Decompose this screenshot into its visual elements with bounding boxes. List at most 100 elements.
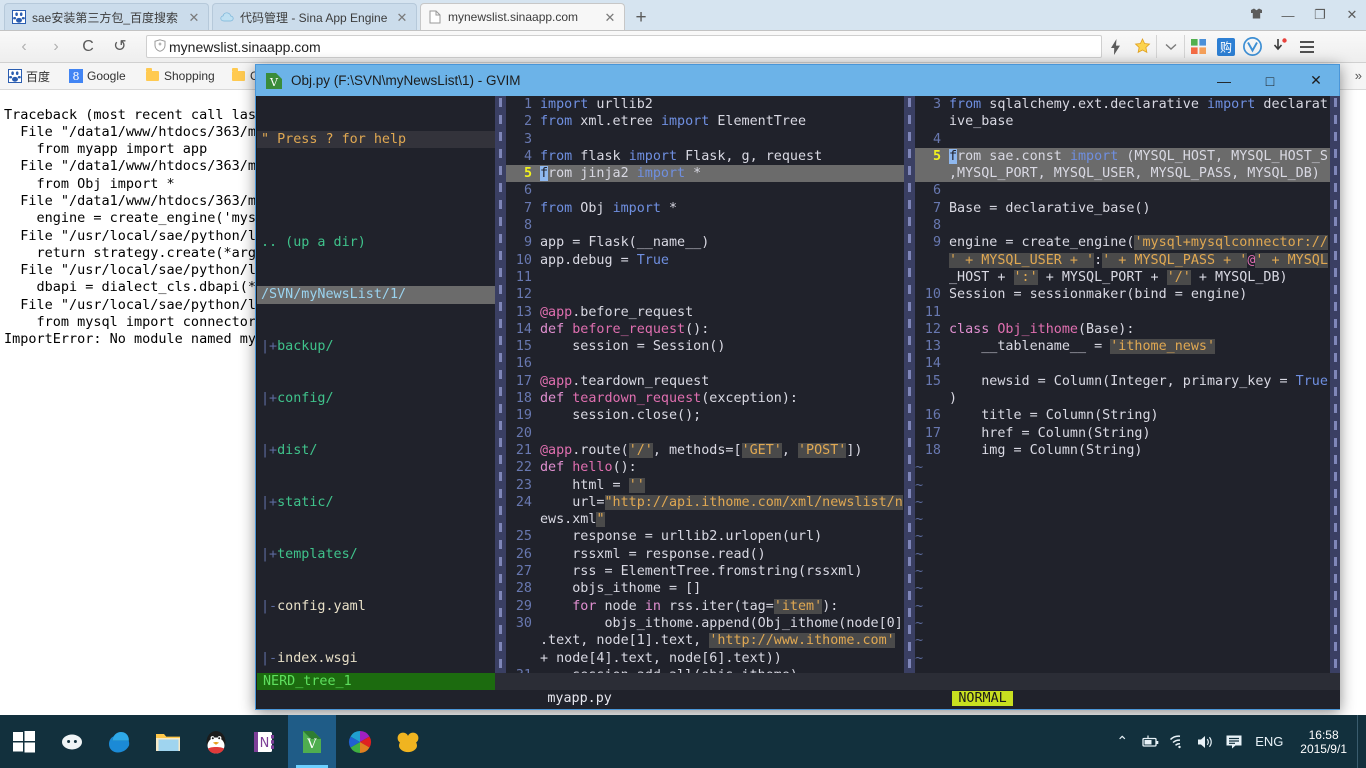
code-line[interactable]: 14 def before_request(): [506,321,904,338]
code-line[interactable]: ews.xml" [506,511,904,528]
address-bar[interactable]: mynewslist.sinaapp.com [146,35,1102,58]
code-line[interactable]: 22 def hello(): [506,459,904,476]
home-button[interactable]: ↺ [108,35,132,59]
onenote-button[interactable]: N [240,715,288,768]
code-line[interactable]: 9 app = Flask(__name__) [506,234,904,251]
code-line[interactable]: 21 @app.route('/', methods=['GET', 'POST'… [506,442,904,459]
file-explorer-button[interactable] [144,715,192,768]
code-line[interactable]: 26 rssxml = response.read() [506,546,904,563]
browser-tab-1-close[interactable]: ✕ [186,11,202,24]
tray-overflow-button[interactable]: ⌃ [1108,715,1136,768]
browser360-button[interactable] [336,715,384,768]
code-line[interactable]: 7 Base = declarative_base() [915,200,1330,217]
code-line[interactable]: 1 import urllib2 [506,96,904,113]
code-line[interactable]: 25 response = urllib2.urlopen(url) [506,528,904,545]
browser-minimize-button[interactable]: — [1280,8,1296,23]
app-button[interactable] [384,715,432,768]
language-indicator[interactable]: ENG [1248,715,1290,768]
volume-icon[interactable] [1192,715,1220,768]
code-line[interactable]: 15 session = Session() [506,338,904,355]
clock[interactable]: 16:58 2015/9/1 [1290,728,1357,756]
code-line[interactable]: 6 [915,182,1330,199]
apps-grid-icon[interactable] [1185,34,1212,59]
code-line[interactable]: 23 html = '' [506,477,904,494]
code-line[interactable]: 6 [506,182,904,199]
browser-tab-2[interactable]: 代码管理 - Sina App Engine ✕ [212,3,417,30]
nerdtree-entry-backup[interactable]: |+backup/ [257,338,495,355]
code-line[interactable]: 4 from flask import Flask, g, request [506,148,904,165]
code-line[interactable]: ,MYSQL_PORT, MYSQL_USER, MYSQL_PASS, MYS… [915,165,1330,183]
gvim-button[interactable]: V [288,715,336,768]
nerdtree-up-dir[interactable]: .. (up a dir) [257,234,495,251]
code-line[interactable]: 17 @app.teardown_request [506,373,904,390]
code-line[interactable]: 16 [506,355,904,372]
code-line[interactable]: 7 from Obj import * [506,200,904,217]
browser-tab-3-close[interactable]: ✕ [602,11,618,24]
gvim-minimize-button[interactable]: — [1201,65,1247,96]
code-line[interactable]: 19 session.close(); [506,407,904,424]
action-center-icon[interactable] [1220,715,1248,768]
reload-button[interactable]: C [76,35,100,59]
code-line[interactable]: 3 [506,131,904,148]
code-line[interactable]: 11 [915,304,1330,321]
gvim-title-bar[interactable]: V Obj.py (F:\SVN\myNewsList\1) - GVIM — … [256,65,1339,96]
code-line[interactable]: 12 class Obj_ithome(Base): [915,321,1330,338]
code-line[interactable]: 3 from sqlalchemy.ext.declarative import … [915,96,1330,113]
code-line[interactable]: 15 newsid = Column(Integer, primary_key … [915,373,1330,390]
code-line[interactable]: 20 [506,425,904,442]
edge-button[interactable] [96,715,144,768]
code-line[interactable]: 16 title = Column(String) [915,407,1330,424]
outer-scrollbar[interactable] [1330,96,1340,673]
code-line[interactable]: 17 href = Column(String) [915,425,1330,442]
code-line[interactable]: 10 app.debug = True [506,252,904,269]
download-arrow-icon[interactable] [1266,34,1293,59]
bookmark-baidu[interactable]: 百度 [6,66,50,86]
code-line[interactable]: 30 objs_ithome.append(Obj_ithome(node[0] [506,615,904,632]
wifi-icon[interactable] [1164,715,1192,768]
shopping-icon[interactable]: 购 [1212,34,1239,59]
code-line[interactable]: ) [915,390,1330,407]
code-line[interactable]: 12 [506,286,904,303]
nerdtree-pane[interactable]: " Press ? for help .. (up a dir) /SVN/my… [257,96,495,673]
code-pane-myapp[interactable]: 1 import urllib2 2 from xml.etree import El… [506,96,904,673]
code-line[interactable]: + node[4].text, node[6].text)) [506,650,904,667]
lightning-icon[interactable] [1102,34,1129,59]
code-line[interactable]: 11 [506,269,904,286]
code-line[interactable]: 27 rss = ElementTree.fromstring(rssxml) [506,563,904,580]
nerdtree-entry-config[interactable]: |+config/ [257,390,495,407]
browser-profile-icon[interactable] [1248,7,1264,23]
code-line[interactable]: 13 __tablename__ = 'ithome_news' [915,338,1330,355]
middle-pane-scrollbar[interactable] [495,96,506,673]
nerdtree-entry-dist[interactable]: |+dist/ [257,442,495,459]
code-line[interactable]: 5 from sae.const import (MYSQL_HOST, MYSQ… [915,147,1330,166]
browser-tab-2-close[interactable]: ✕ [394,11,410,24]
bookmark-google[interactable]: 8 Google [67,66,126,86]
code-pane-objpy[interactable]: 3 from sqlalchemy.ext.declarative import … [915,96,1330,673]
code-line[interactable]: .text, node[1].text, 'http://www.ithome.… [506,632,904,649]
new-tab-button[interactable]: + [628,6,654,30]
bookmarks-overflow-button[interactable]: » [1355,68,1362,83]
code-line[interactable]: ' + MYSQL_USER + ':' + MYSQL_PASS + '@' … [915,252,1330,269]
gvim-close-button[interactable]: ✕ [1293,65,1339,96]
right-pane-scrollbar[interactable] [904,96,915,673]
browser-tab-1[interactable]: sae安装第三方包_百度搜索 ✕ [4,3,209,30]
qq-button[interactable] [192,715,240,768]
code-line[interactable]: 8 [506,217,904,234]
code-line[interactable]: 14 [915,355,1330,372]
nerdtree-entry-config-yaml[interactable]: |-config.yaml [257,598,495,615]
code-line[interactable]: 9 engine = create_engine('mysql+mysqlconn… [915,234,1330,251]
browser-maximize-button[interactable]: ❐ [1312,7,1328,23]
start-button[interactable] [0,715,48,768]
v-circle-icon[interactable] [1239,34,1266,59]
code-line[interactable]: 2 from xml.etree import ElementTree [506,113,904,130]
back-button[interactable]: ‹ [12,35,36,59]
code-line[interactable]: 13 @app.before_request [506,304,904,321]
code-line[interactable]: 8 [915,217,1330,234]
gvim-maximize-button[interactable]: □ [1247,65,1293,96]
browser-close-button[interactable]: ✕ [1344,7,1360,23]
battery-icon[interactable] [1136,715,1164,768]
code-line[interactable]: 4 [915,131,1330,148]
nerdtree-entry-templates[interactable]: |+templates/ [257,546,495,563]
code-line[interactable]: 28 objs_ithome = [] [506,580,904,597]
bookmark-shopping[interactable]: Shopping [144,66,215,86]
